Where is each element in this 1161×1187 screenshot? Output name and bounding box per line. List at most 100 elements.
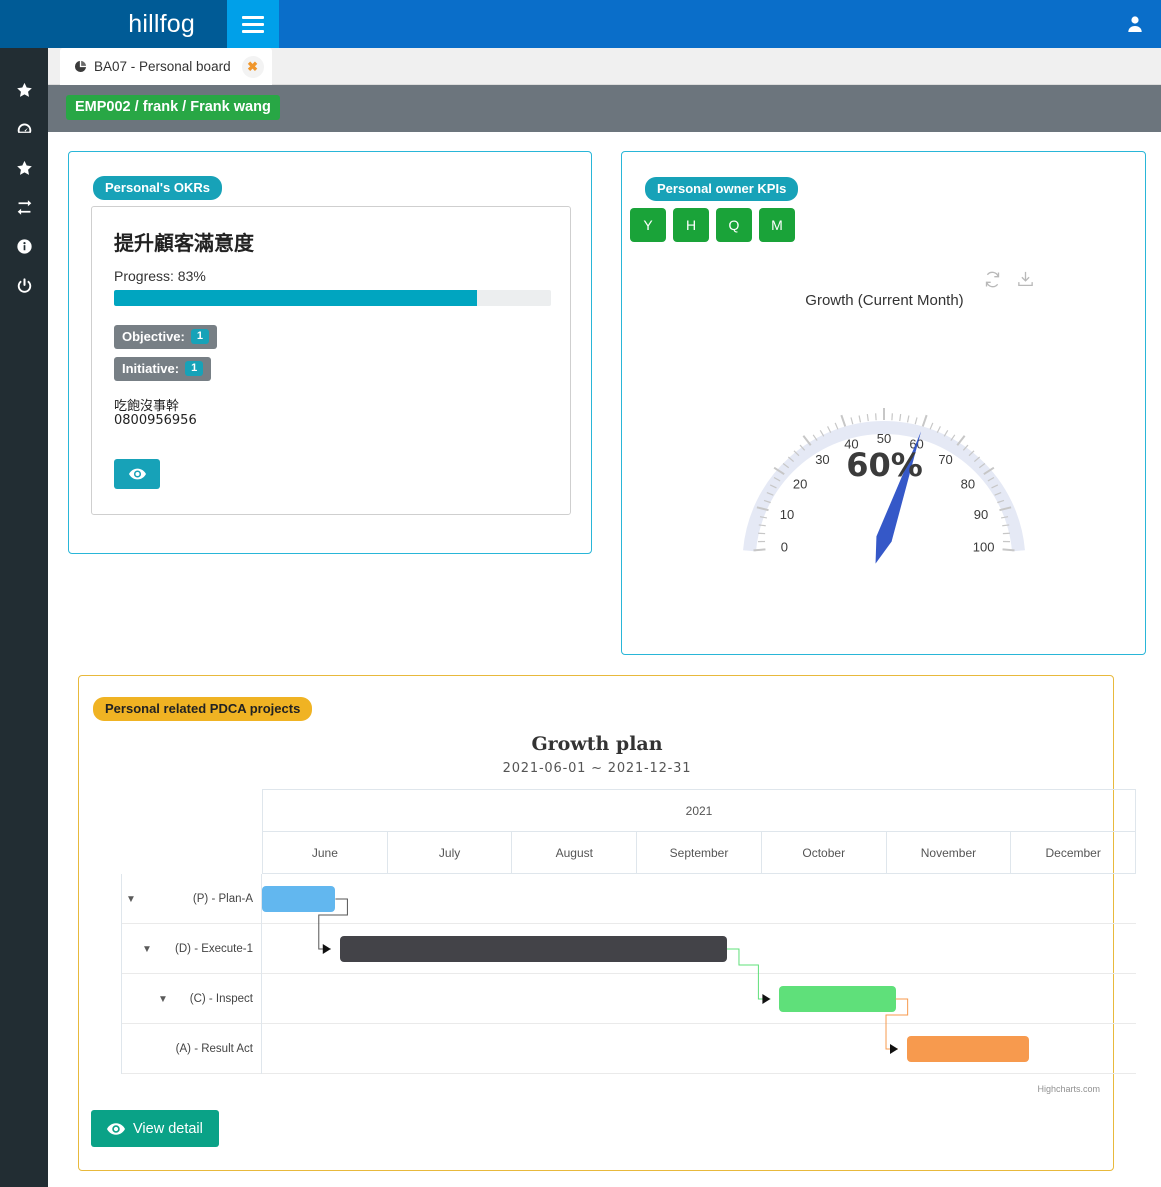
pdca-projects-panel: Personal related PDCA projects Growth pl… — [78, 675, 1136, 1171]
collapse-triangle-icon[interactable]: ▼ — [158, 994, 168, 1005]
gantt-task-row[interactable]: ▼ (C) - Inspect — [121, 974, 1136, 1024]
gantt-bar[interactable] — [262, 886, 336, 912]
view-detail-label: View detail — [133, 1120, 203, 1137]
okr-progress-label: Progress: 83% — [114, 268, 206, 284]
sidebar-item-favorites[interactable] — [0, 71, 48, 110]
pdca-title-badge: Personal related PDCA projects — [93, 697, 313, 721]
objective-count: 1 — [190, 329, 209, 344]
gantt-month-september: September — [637, 832, 762, 873]
gantt-task-label-cell: ▼ (D) - Execute-1 — [121, 924, 262, 974]
gantt-task-name: (C) - Inspect — [189, 993, 253, 1005]
gantt-title: Growth plan — [531, 733, 663, 755]
gantt-chart: 2021 June July August September October Novem… — [100, 789, 1136, 1094]
personal-okrs-title-badge: Personal's OKRs — [93, 176, 222, 200]
sidebar-item-logout[interactable] — [0, 266, 48, 305]
gantt-month-header: June July August September October November De… — [262, 831, 1136, 874]
okr-progress-fill — [114, 290, 477, 306]
power-icon — [17, 278, 31, 293]
objective-badge: Objective: 1 — [114, 325, 217, 349]
gantt-month-june: June — [263, 832, 388, 873]
collapse-triangle-icon[interactable]: ▼ — [126, 894, 136, 905]
star-icon — [16, 160, 32, 175]
sidebar-item-dashboard[interactable] — [0, 110, 48, 149]
gauge-value-label: 60% — [846, 446, 923, 484]
personal-owner-kpis-panel: Personal owner KPIs Y H Q M Growth (Curr… — [621, 151, 1146, 655]
okr-note-line-1: 吃飽沒事幹 — [114, 399, 180, 414]
chart-toolbar — [983, 270, 1035, 289]
gantt-month-november: November — [887, 832, 1012, 873]
sidebar — [0, 48, 48, 1187]
gantt-bar[interactable] — [339, 936, 727, 962]
gantt-month-october: October — [762, 832, 887, 873]
tab-strip: BA07 - Personal board ✖ — [48, 48, 1161, 85]
okr-title: 提升顧客滿意度 — [114, 231, 254, 255]
sidebar-item-exchange[interactable] — [0, 188, 48, 227]
gantt-subtitle: 2021-06-01 ~ 2021-12-31 — [502, 761, 692, 776]
dashboard-icon — [17, 123, 31, 133]
kpi-period-quarter-button[interactable]: Q — [716, 208, 752, 242]
view-detail-button[interactable]: View detail — [91, 1110, 219, 1147]
initiative-count: 1 — [185, 361, 204, 376]
gantt-task-name: (A) - Result Act — [175, 1043, 253, 1055]
svg-text:10: 10 — [780, 507, 794, 522]
employee-bar: EMP002 / frank / Frank wang — [48, 85, 1161, 132]
hamburger-icon — [242, 12, 264, 37]
gantt-month-july: July — [388, 832, 513, 873]
gantt-task-name: (P) - Plan-A — [192, 893, 253, 905]
okr-progress-bar — [114, 290, 551, 306]
svg-text:0: 0 — [781, 540, 788, 555]
gantt-task-name: (D) - Execute-1 — [175, 943, 253, 955]
kpi-period-button-group: Y H Q M — [630, 208, 795, 242]
objective-label: Objective: — [122, 329, 185, 344]
okr-note-line-2: 0800956956 — [114, 413, 197, 428]
eye-icon — [107, 1122, 125, 1135]
exchange-icon — [17, 200, 31, 215]
gantt-task-row[interactable]: ▼ (P) - Plan-A — [121, 874, 1136, 924]
svg-text:90: 90 — [974, 507, 988, 522]
gantt-task-rows: ▼ (P) - Plan-A ▼ (D) - Execute-1 ▼ (C) - Insp… — [121, 874, 1136, 1074]
initiative-label: Initiative: — [122, 361, 180, 376]
svg-text:50: 50 — [877, 431, 891, 446]
download-icon[interactable] — [1016, 270, 1035, 289]
brand-text: hillfog — [128, 9, 195, 38]
gantt-task-label-cell: ▼ (C) - Inspect — [121, 974, 262, 1024]
gantt-year-label: 2021 — [685, 803, 713, 818]
sidebar-item-starred[interactable] — [0, 149, 48, 188]
gantt-task-label-cell: ▼ (P) - Plan-A — [121, 874, 262, 924]
tab-label: BA07 - Personal board — [94, 59, 231, 74]
kpi-period-half-button[interactable]: H — [673, 208, 709, 242]
initiative-badge: Initiative: 1 — [114, 357, 212, 381]
gantt-year-header: 2021 — [262, 789, 1136, 831]
user-icon — [1128, 16, 1142, 32]
gantt-month-august: August — [512, 832, 638, 873]
refresh-icon[interactable] — [983, 270, 1002, 289]
collapse-triangle-icon[interactable]: ▼ — [142, 944, 152, 955]
gantt-bar[interactable] — [907, 1036, 1030, 1062]
kpi-period-month-button[interactable]: M — [759, 208, 795, 242]
personal-owner-kpis-title-badge: Personal owner KPIs — [645, 177, 799, 201]
info-icon — [16, 239, 32, 254]
sidebar-item-info[interactable] — [0, 227, 48, 266]
gantt-task-row[interactable]: ▼ (D) - Execute-1 — [121, 924, 1136, 974]
eye-icon — [128, 468, 146, 480]
okr-card: 提升顧客滿意度 Progress: 83% Objective: 1 Initi… — [91, 206, 571, 515]
svg-text:100: 100 — [973, 540, 995, 555]
top-bar: hillfog — [0, 0, 1161, 48]
kpi-period-year-button[interactable]: Y — [630, 208, 666, 242]
user-avatar-button[interactable] — [1125, 0, 1145, 48]
brand-logo[interactable]: hillfog — [0, 0, 227, 48]
gantt-task-label-cell: (A) - Result Act — [121, 1024, 262, 1074]
hamburger-menu-button[interactable] — [227, 0, 279, 48]
star-icon — [16, 82, 32, 97]
gantt-bar[interactable] — [779, 986, 896, 1012]
okr-view-button[interactable] — [114, 459, 160, 489]
personal-okrs-panel: Personal's OKRs 提升顧客滿意度 Progress: 83% Ob… — [68, 151, 592, 554]
employee-badge: EMP002 / frank / Frank wang — [66, 95, 280, 120]
pie-chart-icon — [74, 60, 87, 73]
gauge-title: Growth (Current Month) — [805, 292, 964, 309]
close-icon[interactable]: ✖ — [241, 55, 264, 78]
gantt-month-december: December — [1045, 845, 1101, 860]
gantt-credit: Highcharts.com — [1037, 1084, 1100, 1094]
tab-personal-board[interactable]: BA07 - Personal board ✖ — [60, 48, 272, 85]
gantt-task-row[interactable]: (A) - Result Act — [121, 1024, 1136, 1074]
